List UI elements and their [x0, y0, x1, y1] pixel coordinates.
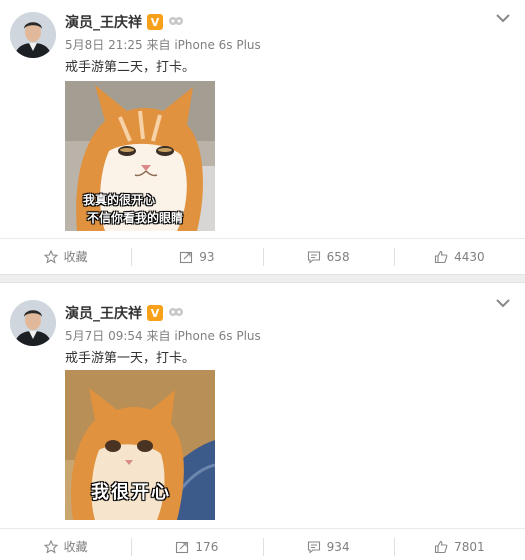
- image-caption: 不信你看我的眼睛: [87, 211, 184, 225]
- post-meta: 5月7日 09:54 来自 iPhone 6s Plus: [65, 327, 261, 343]
- favorite-label: 收藏: [63, 540, 88, 554]
- post-source[interactable]: iPhone 6s Plus: [174, 38, 260, 52]
- verified-badge-icon: V: [147, 14, 163, 30]
- post-separator: [0, 274, 525, 283]
- chevron-down-icon[interactable]: [495, 297, 511, 309]
- comment-icon: [307, 250, 320, 264]
- author-name[interactable]: 演员_王庆祥: [65, 303, 142, 323]
- avatar[interactable]: [10, 300, 56, 346]
- author-row: 演员_王庆祥 V: [65, 303, 184, 323]
- comment-button[interactable]: 934: [262, 529, 394, 560]
- comment-button[interactable]: 658: [262, 239, 394, 274]
- avatar[interactable]: [10, 12, 56, 58]
- membership-icon: [169, 308, 183, 316]
- post-image[interactable]: 我很开心: [65, 370, 215, 520]
- like-button[interactable]: 4430: [393, 239, 525, 274]
- repost-icon: [176, 541, 189, 553]
- repost-icon: [180, 251, 193, 263]
- favorite-button[interactable]: 收藏: [0, 239, 131, 274]
- post-image[interactable]: 我真的很开心 不信你看我的眼睛: [65, 81, 215, 231]
- author-name[interactable]: 演员_王庆祥: [65, 12, 142, 32]
- source-prefix: 来自: [146, 38, 171, 52]
- comment-count: 934: [326, 539, 350, 554]
- post-date[interactable]: 5月7日 09:54: [65, 329, 143, 343]
- repost-count: 93: [199, 249, 215, 264]
- image-caption: 我真的很开心: [83, 193, 156, 207]
- like-count: 7801: [454, 539, 485, 554]
- star-icon: [43, 539, 58, 554]
- image-caption: 我很开心: [91, 482, 171, 503]
- verified-badge-icon: V: [147, 305, 163, 321]
- star-icon: [43, 249, 58, 264]
- post-meta: 5月8日 21:25 来自 iPhone 6s Plus: [65, 36, 261, 52]
- weibo-post: 演员_王庆祥 V 5月8日 21:25 来自 iPhone 6s Plus 戒手…: [0, 0, 525, 274]
- post-date[interactable]: 5月8日 21:25: [65, 38, 143, 52]
- like-count: 4430: [454, 249, 485, 264]
- thumbs-up-icon: [435, 540, 448, 553]
- repost-button[interactable]: 176: [131, 529, 262, 560]
- action-bar: 收藏 176 934 7801: [0, 528, 525, 560]
- action-bar: 收藏 93 658 4430: [0, 238, 525, 274]
- post-text: 戒手游第二天，打卡。: [65, 60, 196, 75]
- chevron-down-icon[interactable]: [495, 12, 511, 24]
- repost-button[interactable]: 93: [131, 239, 262, 274]
- comment-count: 658: [326, 249, 350, 264]
- like-button[interactable]: 7801: [393, 529, 525, 560]
- post-source[interactable]: iPhone 6s Plus: [174, 329, 260, 343]
- membership-icon: [169, 17, 183, 25]
- favorite-button[interactable]: 收藏: [0, 529, 131, 560]
- favorite-label: 收藏: [63, 250, 88, 264]
- author-row: 演员_王庆祥 V: [65, 12, 184, 32]
- post-text: 戒手游第一天，打卡。: [65, 351, 196, 366]
- repost-count: 176: [195, 539, 219, 554]
- comment-icon: [307, 540, 320, 554]
- thumbs-up-icon: [435, 250, 448, 263]
- weibo-post: 演员_王庆祥 V 5月7日 09:54 来自 iPhone 6s Plus 戒手…: [0, 283, 525, 560]
- source-prefix: 来自: [146, 329, 171, 343]
